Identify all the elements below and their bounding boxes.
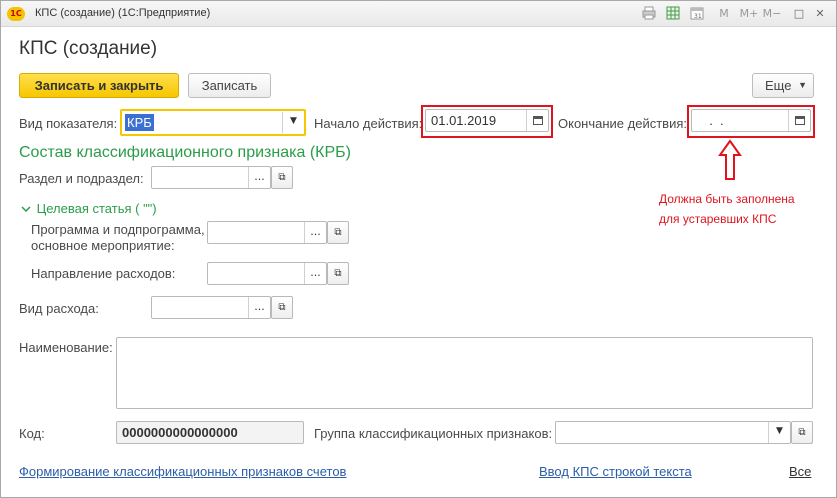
chevron-down-icon — [21, 201, 33, 216]
program-label-line-2: основное мероприятие: — [31, 238, 175, 253]
code-label: Код: — [19, 426, 45, 441]
open-link-icon[interactable]: ⧉ — [271, 296, 293, 319]
memory-m-button[interactable]: M — [717, 6, 731, 22]
annotation-line-2: для устаревших КПС — [659, 212, 777, 226]
dropdown-arrow-icon[interactable]: ▼ — [282, 112, 304, 133]
window-title: КПС (создание) (1С:Предприятие) — [35, 7, 211, 19]
print-icon[interactable] — [641, 6, 657, 22]
save-and-close-button[interactable]: Записать и закрыть — [19, 73, 179, 98]
direction-label: Направление расходов: — [31, 266, 176, 281]
direction-field[interactable]: ... — [207, 262, 327, 285]
start-date-field[interactable]: 01.01.2019 — [425, 109, 549, 132]
close-icon[interactable]: ✕ — [813, 6, 827, 22]
form-window: 1С КПС (создание) (1С:Предприятие) 31 M … — [0, 0, 837, 498]
classification-group-title: Состав классификационного признака (КРБ) — [19, 144, 351, 161]
name-label: Наименование: — [19, 340, 113, 355]
memory-plus-button[interactable]: M+ — [739, 6, 759, 22]
start-date-label: Начало действия: — [314, 116, 423, 131]
target-item-group-toggle[interactable]: Целевая статья ( "") — [21, 201, 157, 216]
select-ellipsis-button[interactable]: ... — [304, 222, 326, 243]
code-value: 0000000000000000 — [122, 425, 238, 440]
dropdown-arrow-icon[interactable]: ▼ — [768, 422, 790, 443]
title-bar: 1С КПС (создание) (1С:Предприятие) 31 M … — [1, 1, 836, 27]
page-title: КПС (создание) — [19, 38, 158, 59]
enter-kps-text-link[interactable]: Ввод КПС строкой текста — [539, 464, 692, 479]
annotation-line-1: Должна быть заполнена — [659, 192, 795, 206]
calendar-picker-icon[interactable] — [526, 110, 548, 131]
select-ellipsis-button[interactable]: ... — [248, 297, 270, 318]
indicator-type-value: КРБ — [125, 114, 154, 131]
open-link-icon[interactable]: ⧉ — [327, 221, 349, 244]
chevron-down-icon: ▼ — [798, 80, 807, 90]
more-button[interactable]: Еще ▼ — [752, 73, 814, 98]
code-field: 0000000000000000 — [116, 421, 304, 444]
group-label: Группа классификационных признаков: — [314, 426, 553, 441]
restore-icon[interactable]: □ — [792, 6, 806, 22]
target-item-label: Целевая статья ( "") — [36, 201, 157, 216]
select-ellipsis-button[interactable]: ... — [248, 167, 270, 188]
program-field[interactable]: ... — [207, 221, 327, 244]
group-field[interactable]: ▼ — [555, 421, 791, 444]
form-classification-signs-link[interactable]: Формирование классификационных признаков… — [19, 464, 346, 479]
end-date-field[interactable]: . . — [691, 109, 811, 132]
save-button[interactable]: Записать — [188, 73, 271, 98]
all-link[interactable]: Все — [789, 464, 811, 479]
select-ellipsis-button[interactable]: ... — [304, 263, 326, 284]
open-link-icon[interactable]: ⧉ — [271, 166, 293, 189]
annotation-note: Должна быть заполнена для устаревших КПС — [659, 189, 795, 229]
app-logo-icon: 1С — [7, 7, 25, 21]
program-label-line-1: Программа и подпрограмма, — [31, 222, 205, 237]
more-label: Еще — [765, 78, 792, 93]
open-link-icon[interactable]: ⧉ — [791, 421, 813, 444]
calendar-picker-icon[interactable] — [788, 110, 810, 131]
section-label: Раздел и подраздел: — [19, 171, 144, 186]
name-textarea[interactable] — [116, 337, 813, 409]
section-field[interactable]: ... — [151, 166, 271, 189]
memory-minus-button[interactable]: M− — [762, 6, 782, 22]
end-date-value: . . — [702, 113, 724, 128]
up-arrow-annotation-icon — [718, 139, 742, 180]
expense-type-field[interactable]: ... — [151, 296, 271, 319]
spreadsheet-icon[interactable] — [665, 6, 681, 22]
program-label: Программа и подпрограмма, основное мероп… — [31, 222, 205, 254]
indicator-type-label: Вид показателя: — [19, 116, 118, 131]
end-date-label: Окончание действия: — [558, 116, 687, 131]
svg-text:31: 31 — [694, 13, 702, 20]
calendar-icon[interactable]: 31 — [689, 6, 705, 22]
start-date-value: 01.01.2019 — [431, 113, 497, 128]
indicator-type-field[interactable]: КРБ ▼ — [120, 109, 306, 136]
open-link-icon[interactable]: ⧉ — [327, 262, 349, 285]
expense-type-label: Вид расхода: — [19, 301, 99, 316]
